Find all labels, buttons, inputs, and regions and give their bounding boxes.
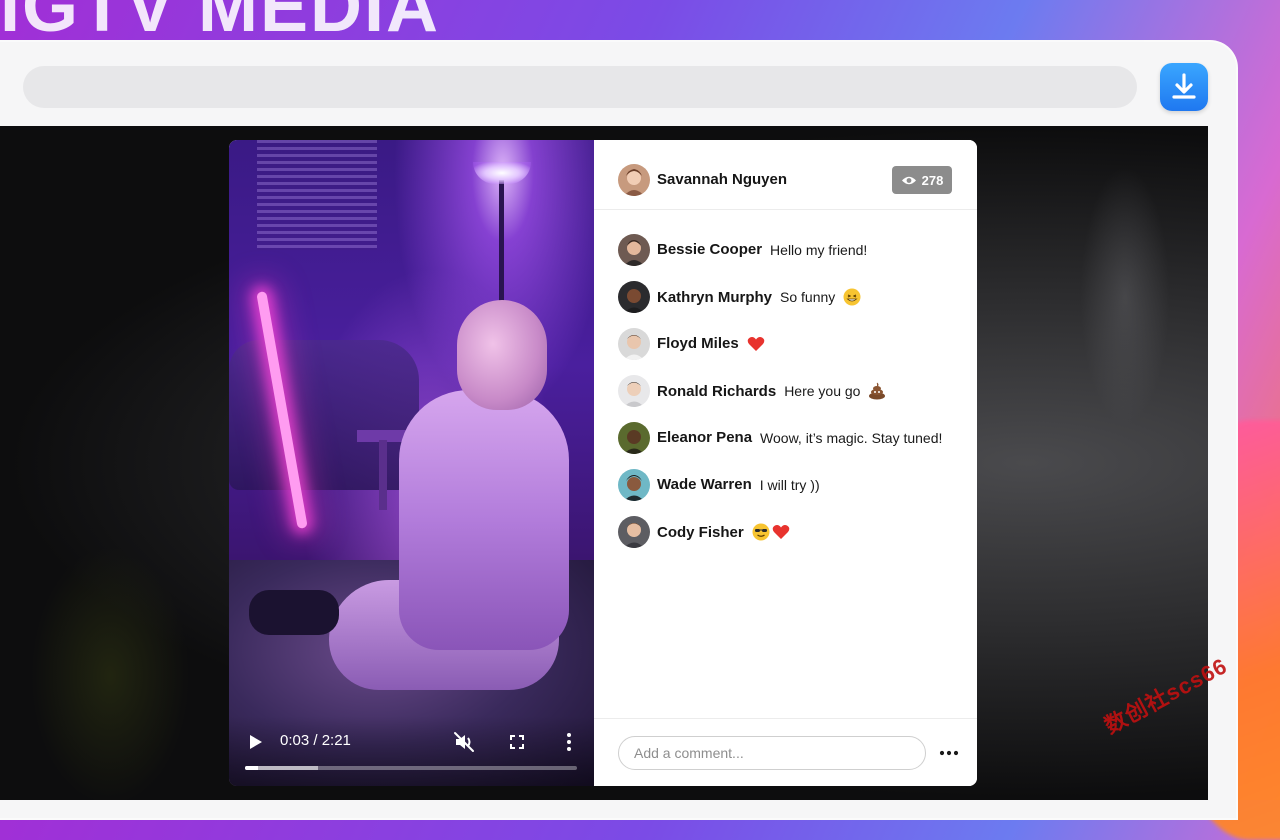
backdrop-glow [30,546,190,800]
commenter-name[interactable]: Eleanor Pena [657,429,752,446]
commenter-avatar[interactable] [618,469,650,501]
commenter-name[interactable]: Kathryn Murphy [657,289,772,306]
commenter-avatar[interactable] [618,328,650,360]
table-graphic [379,440,387,510]
horizontal-dots-icon [939,750,959,756]
comment-text: Here you go [784,383,861,399]
views-badge: 278 [892,166,952,194]
comment-item: Wade Warren I will try )) [618,469,958,503]
red-heart-emoji-icon [772,525,789,539]
video-progress-fill [245,766,259,770]
mute-button[interactable] [453,731,475,753]
download-icon [1172,73,1196,99]
fullscreen-icon [510,735,524,749]
post-card: 0:03 / 2:21 Savannah Nguyen 278 Bessie C… [229,140,977,786]
comment-item: Eleanor Pena Woow, it’s magic. Stay tune… [618,422,958,456]
commenter-name[interactable]: Bessie Cooper [657,241,762,258]
video-controls: 0:03 / 2:21 [229,716,594,786]
author-avatar[interactable] [618,164,650,196]
play-button[interactable] [247,733,265,751]
gamer-figure [457,300,547,410]
grinning-face-emoji-icon [843,288,861,306]
sunglasses-face-emoji-icon [752,523,770,541]
video-time: 0:03 / 2:21 [280,732,351,749]
backdrop-glow [1080,166,1170,426]
comment-input[interactable] [618,736,926,770]
video-progress-bar[interactable] [245,766,577,770]
commenter-avatar[interactable] [618,422,650,454]
comment-item: Ronald Richards Here you go [618,375,958,409]
download-button[interactable] [1160,63,1208,111]
commenter-avatar[interactable] [618,281,650,313]
commenter-name[interactable]: Wade Warren [657,476,752,493]
window-blinds-graphic [257,140,377,250]
commenter-name[interactable]: Floyd Miles [657,335,739,352]
play-icon [250,735,262,749]
post-header: Savannah Nguyen 278 [594,140,977,210]
fullscreen-button[interactable] [507,732,527,752]
comment-item: Cody Fisher [618,516,958,550]
views-count: 278 [921,172,944,188]
comment-text: Hello my friend! [770,241,868,258]
comment-composer [594,718,977,786]
author-name[interactable]: Savannah Nguyen [657,171,787,188]
comment-item: Kathryn Murphy So funny [618,281,958,315]
comment-text: So funny [780,289,836,305]
gamer-figure [399,390,569,650]
comment-item: Bessie Cooper Hello my friend! [618,234,958,268]
lamp-light-graphic [473,162,531,184]
muted-speaker-icon [454,732,474,752]
sofa-graphic [229,340,419,490]
eye-icon [901,176,916,184]
commenter-avatar[interactable] [618,234,650,266]
video-player[interactable]: 0:03 / 2:21 [229,140,594,786]
commenter-name[interactable]: Cody Fisher [657,524,744,541]
pile-of-poo-emoji-icon [869,382,886,400]
comments-panel: Savannah Nguyen 278 Bessie Cooper Hello … [594,140,977,786]
red-heart-emoji-icon [747,336,764,351]
comment-item: Floyd Miles [618,328,958,362]
commenter-avatar[interactable] [618,375,650,407]
media-viewer-backdrop: 0:03 / 2:21 Savannah Nguyen 278 Bessie C… [0,126,1208,800]
commenter-avatar[interactable] [618,516,650,548]
url-bar[interactable] [23,66,1137,108]
comment-text: I will try )) [759,476,820,493]
comment-text: Woow, it’s magic. Stay tuned! [760,429,943,446]
commenter-name[interactable]: Ronald Richards [657,383,776,400]
comment-more-options-button[interactable] [938,743,960,763]
vertical-dots-icon [567,733,571,751]
game-controller-graphic [249,590,339,635]
video-more-options-button[interactable] [559,731,579,753]
